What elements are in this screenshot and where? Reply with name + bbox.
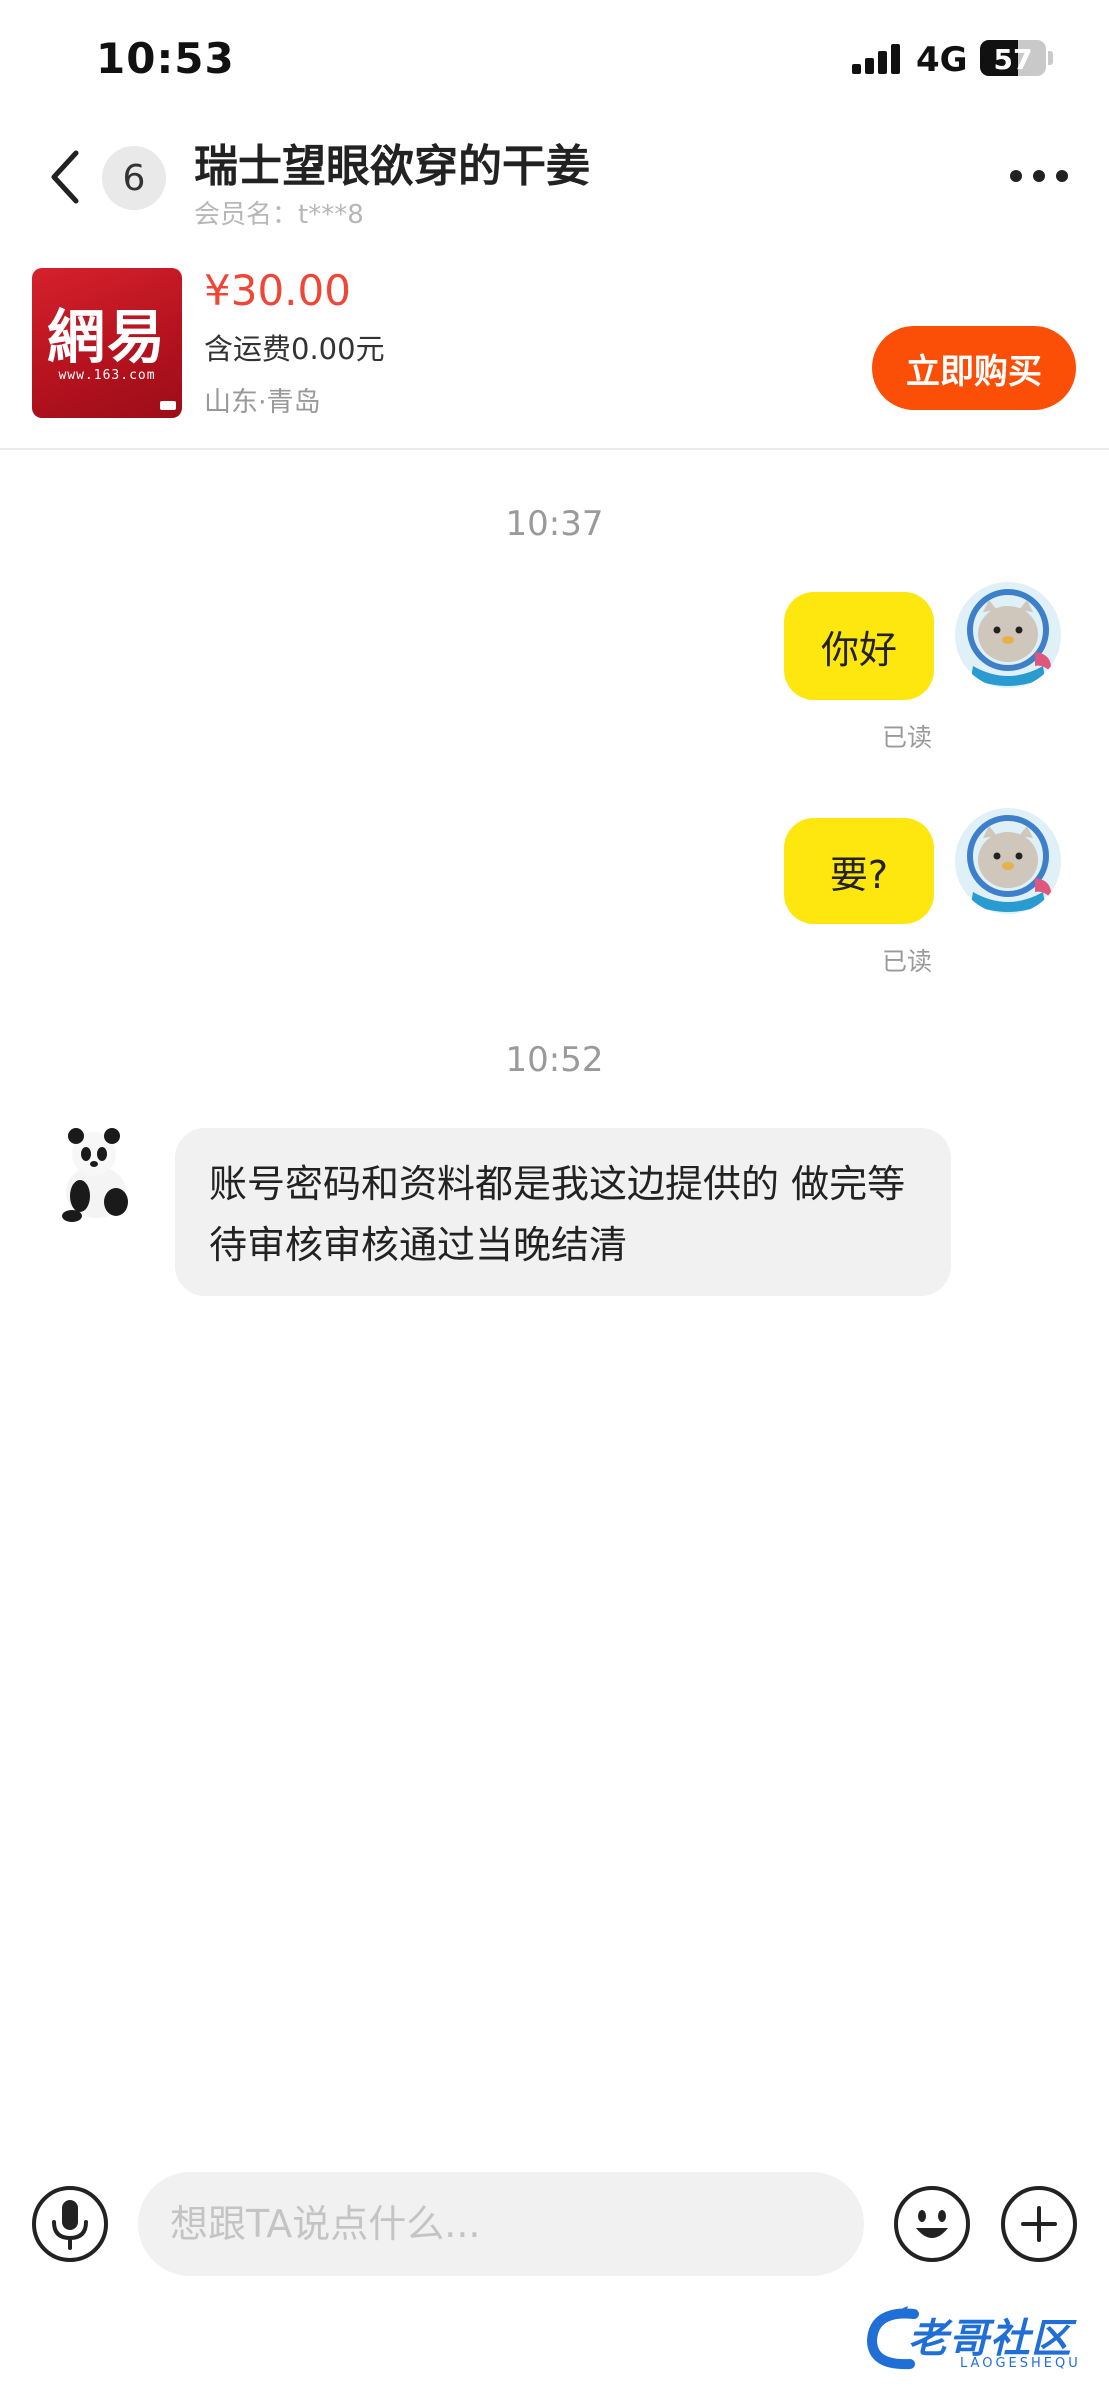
voice-button[interactable] — [32, 2186, 108, 2262]
chat-title: 瑞士望眼欲穿的干姜 — [194, 141, 590, 192]
status-bar: 10:53 4G 57 — [0, 0, 1109, 120]
battery-icon: 57 — [980, 40, 1046, 76]
read-receipt: 已读 — [882, 723, 933, 752]
product-card[interactable]: 網易 www.163.com ¥30.00 含运费0.00元 山东·青岛 立即购… — [0, 256, 1109, 450]
self-avatar[interactable] — [955, 808, 1061, 914]
signal-icon — [852, 44, 902, 74]
product-location: 山东·青岛 — [204, 387, 321, 418]
plus-button[interactable] — [1001, 2186, 1077, 2262]
outgoing-message[interactable]: 你好 — [784, 592, 934, 700]
watermark: 老哥社区 LAOGESHEQU — [864, 2300, 1094, 2380]
panda-avatar-icon — [44, 1118, 150, 1224]
more-dots-icon — [1056, 170, 1068, 182]
product-thumbnail[interactable]: 網易 www.163.com — [32, 268, 182, 418]
message-input[interactable] — [138, 2172, 864, 2276]
buy-now-button[interactable]: 立即购买 — [872, 326, 1076, 410]
plus-icon — [1021, 2206, 1057, 2242]
time-divider: 10:52 — [505, 1040, 604, 1080]
smiley-icon — [916, 2210, 948, 2238]
battery-level: 57 — [993, 43, 1033, 76]
member-name: 会员名：t***8 — [194, 200, 364, 230]
emoji-button[interactable] — [894, 2186, 970, 2262]
unread-count-badge[interactable]: 6 — [102, 146, 166, 210]
more-dots-icon — [1033, 170, 1045, 182]
thumbnail-logo: 網易 — [46, 303, 167, 371]
self-avatar[interactable] — [955, 582, 1061, 688]
thumbnail-url: www.163.com — [58, 368, 156, 383]
incoming-message[interactable]: 账号密码和资料都是我这边提供的 做完等待审核审核通过当晚结清 — [175, 1128, 951, 1296]
product-price: ¥30.00 — [204, 266, 351, 315]
more-button[interactable] — [1004, 156, 1074, 196]
time-divider: 10:37 — [505, 504, 604, 544]
more-dots-icon — [1010, 170, 1022, 182]
read-receipt: 已读 — [882, 947, 933, 976]
outgoing-message[interactable]: 要? — [784, 818, 934, 924]
seal-avatar-icon — [955, 582, 1061, 688]
contact-avatar[interactable] — [44, 1118, 150, 1224]
microphone-icon — [52, 2200, 88, 2250]
back-button[interactable] — [40, 140, 90, 214]
status-time: 10:53 — [96, 34, 235, 83]
product-shipping: 含运费0.00元 — [204, 332, 385, 366]
chevron-left-icon — [51, 150, 79, 204]
watermark-subtext: LAOGESHEQU — [960, 2356, 1081, 2371]
thumbnail-tag — [160, 401, 176, 410]
battery-cap — [1048, 51, 1053, 65]
network-type: 4G — [916, 40, 968, 80]
seal-avatar-icon — [955, 808, 1061, 914]
